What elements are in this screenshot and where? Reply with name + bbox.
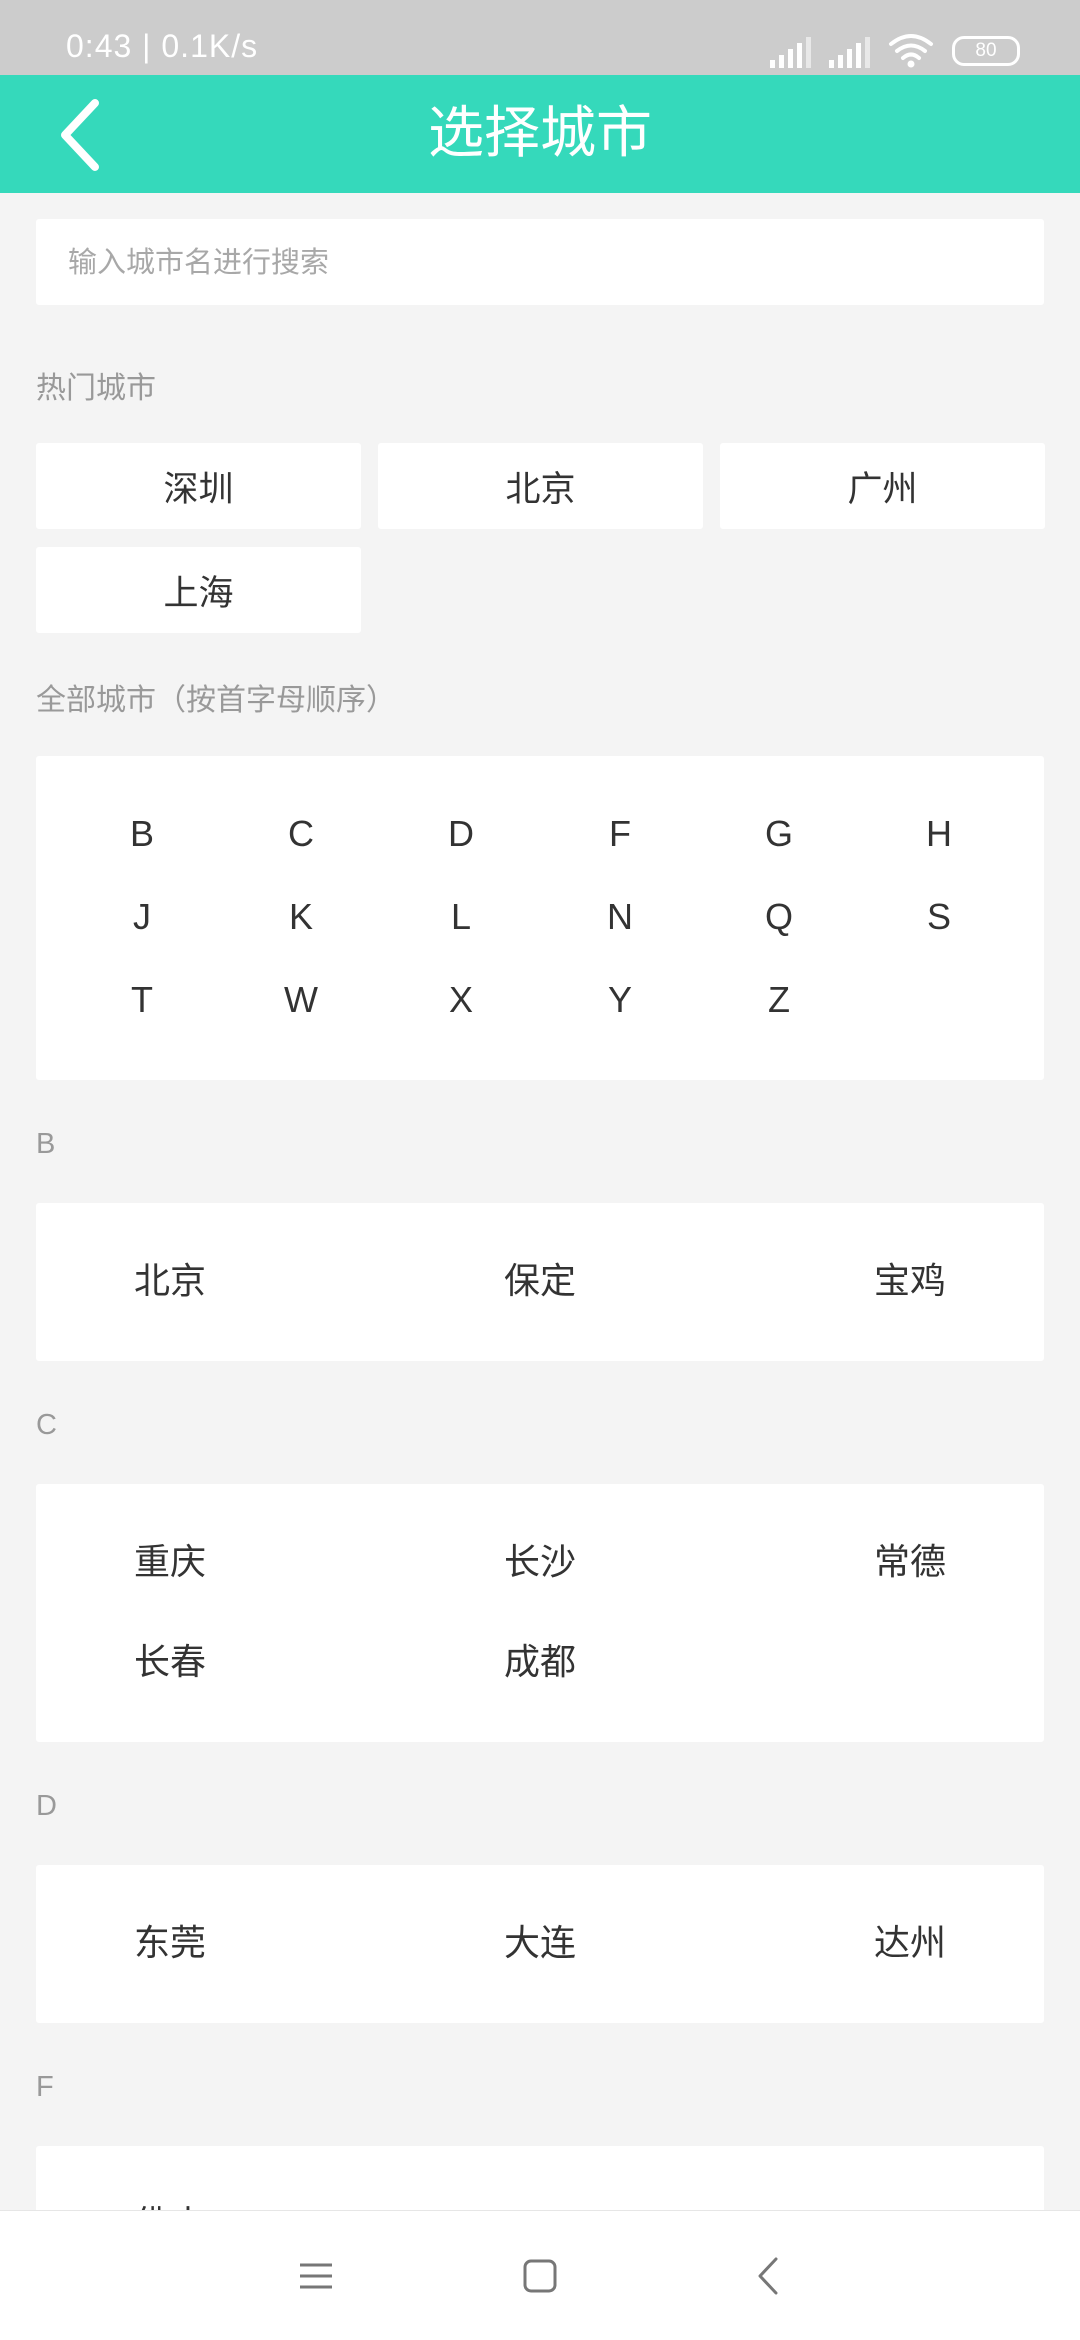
letter-index-item[interactable]: S (899, 887, 979, 947)
letter-index-item[interactable]: G (739, 804, 819, 864)
letter-index-item[interactable]: T (102, 970, 182, 1030)
hot-city-button[interactable]: 深圳 (36, 443, 361, 529)
nav-back-button[interactable] (738, 2246, 798, 2306)
letter-index-item[interactable]: J (102, 887, 182, 947)
city-item[interactable]: 长春 (70, 1633, 270, 1693)
letter-index-item[interactable]: L (421, 887, 501, 947)
city-group-f: 佛山 (36, 2146, 1044, 2210)
back-button[interactable] (40, 93, 120, 177)
status-bar: 0:43 | 0.1K/s 80 (0, 0, 1080, 75)
battery-level: 80 (975, 40, 997, 61)
city-group-c: 重庆 长沙 常德 长春 成都 (36, 1484, 1044, 1742)
cell-signal-icon-2 (829, 34, 870, 68)
hot-city-button[interactable]: 上海 (36, 547, 361, 633)
menu-icon (300, 2263, 332, 2289)
city-group-b: 北京 保定 宝鸡 (36, 1203, 1044, 1361)
city-item[interactable]: 宝鸡 (810, 1252, 1010, 1312)
letter-index-item[interactable]: B (102, 804, 182, 864)
city-item[interactable]: 重庆 (70, 1533, 270, 1593)
letter-index-item[interactable]: W (261, 970, 341, 1030)
nav-menu-button[interactable] (286, 2246, 346, 2306)
letter-index-item[interactable]: H (899, 804, 979, 864)
letter-index-item[interactable]: X (421, 970, 501, 1030)
letter-index-item[interactable]: Y (580, 970, 660, 1030)
city-item[interactable]: 成都 (440, 1633, 640, 1693)
city-item[interactable]: 大连 (440, 1914, 640, 1974)
city-item[interactable]: 常德 (810, 1533, 1010, 1593)
letter-index-item[interactable]: Q (739, 887, 819, 947)
chevron-left-icon (61, 99, 99, 171)
city-item[interactable]: 长沙 (440, 1533, 640, 1593)
status-time-speed: 0:43 | 0.1K/s (66, 28, 259, 64)
city-item[interactable]: 东莞 (70, 1914, 270, 1974)
square-icon (523, 2259, 557, 2293)
city-list-content[interactable]: 热门城市 深圳 北京 广州 上海 全部城市（按首字母顺序） B C D F G … (0, 193, 1080, 2210)
city-search-input[interactable] (36, 219, 1044, 305)
city-item[interactable]: 保定 (440, 1252, 640, 1312)
battery-icon: 80 (952, 36, 1020, 66)
hot-city-button[interactable]: 北京 (378, 443, 703, 529)
letter-index-item[interactable]: K (261, 887, 341, 947)
hot-city-button[interactable]: 广州 (720, 443, 1045, 529)
chevron-left-icon (758, 2257, 778, 2295)
city-item[interactable]: 达州 (810, 1914, 1010, 1974)
cell-signal-icon (770, 34, 811, 68)
group-letter-f: F (36, 2071, 54, 2103)
status-icons: 80 (770, 28, 1020, 68)
city-item[interactable]: 佛山 (70, 2195, 270, 2210)
city-group-d: 东莞 大连 达州 (36, 1865, 1044, 2023)
letter-index-item[interactable]: C (261, 804, 341, 864)
page-title: 选择城市 (428, 101, 652, 166)
nav-home-button[interactable] (510, 2246, 570, 2306)
letter-index-item[interactable]: D (421, 804, 501, 864)
wifi-icon (889, 34, 933, 68)
letter-index-item[interactable]: F (580, 804, 660, 864)
letter-index-item[interactable]: Z (739, 970, 819, 1030)
hot-cities-label: 热门城市 (36, 371, 156, 406)
group-letter-b: B (36, 1128, 56, 1160)
group-letter-c: C (36, 1409, 57, 1441)
letter-index-item[interactable]: N (580, 887, 660, 947)
title-bar: 选择城市 (0, 75, 1080, 193)
letter-index-panel: B C D F G H J K L N Q S T W X Y Z (36, 756, 1044, 1080)
group-letter-d: D (36, 1790, 57, 1822)
all-cities-label: 全部城市（按首字母顺序） (36, 683, 396, 718)
city-item[interactable]: 北京 (70, 1252, 270, 1312)
system-nav-bar (0, 2210, 1080, 2340)
